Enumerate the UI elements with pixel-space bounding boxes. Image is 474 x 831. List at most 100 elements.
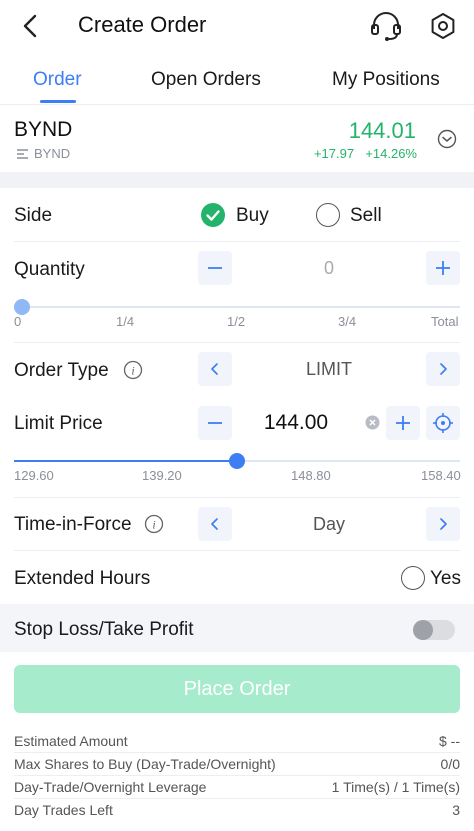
- time-in-force-prev-button[interactable]: [198, 507, 232, 541]
- quantity-slider-track[interactable]: [14, 306, 460, 308]
- summary-value: 1 Time(s) / 1 Time(s): [331, 779, 460, 795]
- price-tick: 139.20: [142, 468, 182, 483]
- checkmark-icon: [206, 210, 220, 221]
- place-order-button[interactable]: Place Order: [14, 665, 460, 713]
- chevron-down-circle-icon: [437, 129, 457, 149]
- info-icon: i: [144, 514, 164, 534]
- divider: [14, 752, 460, 753]
- extended-hours-checkbox[interactable]: [401, 566, 425, 590]
- quantity-tick: 0: [14, 314, 22, 329]
- svg-text:i: i: [152, 518, 155, 532]
- quantity-input[interactable]: 0: [240, 258, 418, 279]
- headset-icon: [371, 12, 401, 41]
- buy-radio[interactable]: [201, 203, 225, 227]
- buy-label[interactable]: Buy: [236, 205, 269, 227]
- summary-key: Max Shares to Buy (Day-Trade/Overnight): [14, 756, 276, 772]
- stop-loss-toggle[interactable]: [413, 620, 455, 640]
- limit-price-increase-button[interactable]: [386, 406, 420, 440]
- sell-radio[interactable]: [316, 203, 340, 227]
- toggle-knob: [413, 620, 433, 640]
- summary-key: Day-Trade/Overnight Leverage: [14, 779, 207, 795]
- quantity-tick: 1/2: [227, 314, 246, 329]
- plus-icon: [436, 261, 450, 275]
- hex-settings-icon: [431, 13, 455, 39]
- quantity-increase-button[interactable]: [426, 251, 460, 285]
- customer-support-button[interactable]: [369, 10, 403, 42]
- summary-row: Estimated Amount $ --: [14, 733, 460, 753]
- tab-my-positions[interactable]: My Positions: [332, 69, 440, 91]
- chevron-left-icon: [211, 363, 218, 375]
- order-type-value: LIMIT: [305, 359, 352, 379]
- price-tick: 158.40: [421, 468, 461, 483]
- tab-order[interactable]: Order: [33, 69, 82, 91]
- sell-label[interactable]: Sell: [350, 205, 382, 227]
- quantity-decrease-button[interactable]: [198, 251, 232, 285]
- minus-icon: [208, 422, 222, 424]
- limit-price-slider-thumb[interactable]: [229, 453, 245, 469]
- clear-icon: [365, 415, 380, 430]
- ticker-symbol: BYND: [14, 118, 73, 141]
- quantity-tick: 3/4: [338, 314, 357, 329]
- divider: [14, 497, 460, 498]
- price-tick: 129.60: [14, 468, 54, 483]
- summary-row: Max Shares to Buy (Day-Trade/Overnight) …: [14, 756, 460, 776]
- divider: [14, 775, 460, 776]
- chevron-left-icon: [211, 518, 218, 530]
- quantity-tick: 1/4: [116, 314, 135, 329]
- order-type-prev-button[interactable]: [198, 352, 232, 386]
- price-tick: 148.80: [291, 468, 331, 483]
- summary-value: 0/0: [440, 756, 460, 772]
- chevron-left-icon: [23, 14, 37, 38]
- summary-value: $ --: [439, 733, 460, 749]
- summary-key: Day Trades Left: [14, 802, 113, 818]
- quantity-label: Quantity: [14, 259, 85, 280]
- active-tab-indicator: [40, 100, 76, 103]
- plus-icon: [396, 416, 410, 430]
- quantity-tick: Total: [431, 314, 459, 329]
- summary-key: Estimated Amount: [14, 733, 128, 749]
- side-label: Side: [14, 205, 53, 226]
- divider: [14, 342, 460, 343]
- time-in-force-value: Day: [312, 514, 345, 534]
- limit-price-input[interactable]: 144.00: [240, 411, 352, 435]
- limit-price-slider-fill: [14, 460, 237, 462]
- ticker-sub-symbol: BYND: [34, 146, 71, 161]
- summary-row: Day Trades Left 3: [14, 802, 460, 822]
- order-type-info-icon[interactable]: i: [123, 360, 143, 380]
- svg-text:i: i: [131, 364, 134, 378]
- time-in-force-next-button[interactable]: [426, 507, 460, 541]
- ticker-sub: BYND: [16, 146, 70, 161]
- settings-button[interactable]: [428, 11, 458, 41]
- summary-row: Day-Trade/Overnight Leverage 1 Time(s) /…: [14, 779, 460, 799]
- limit-price-label: Limit Price: [14, 413, 103, 434]
- section-separator: [0, 172, 474, 188]
- time-in-force-info-icon[interactable]: i: [144, 514, 164, 534]
- extended-hours-label: Extended Hours: [14, 568, 151, 589]
- chevron-right-icon: [440, 363, 447, 375]
- ticker-expand-button[interactable]: [437, 129, 457, 149]
- minus-icon: [208, 267, 222, 269]
- info-icon: i: [123, 360, 143, 380]
- divider: [14, 550, 460, 551]
- back-button[interactable]: [18, 11, 44, 41]
- price-change-amount: +17.97: [313, 146, 355, 161]
- divider: [14, 798, 460, 799]
- quantity-slider-thumb[interactable]: [14, 299, 30, 315]
- limit-price-decrease-button[interactable]: [198, 406, 232, 440]
- price-change-percent: +14.26%: [365, 146, 417, 161]
- order-type-next-button[interactable]: [426, 352, 460, 386]
- divider: [14, 241, 460, 242]
- time-in-force-label: Time-in-Force: [14, 514, 132, 535]
- crosshair-icon: [433, 413, 453, 433]
- market-list-icon: [17, 148, 28, 159]
- page-title: Create Order: [78, 12, 207, 37]
- chevron-right-icon: [440, 518, 447, 530]
- last-price: 144.01: [348, 118, 416, 143]
- tab-open-orders[interactable]: Open Orders: [151, 69, 261, 91]
- stop-loss-label: Stop Loss/Take Profit: [14, 619, 194, 640]
- summary-value: 3: [452, 802, 460, 818]
- clear-price-button[interactable]: [365, 415, 380, 430]
- limit-price-target-button[interactable]: [426, 406, 460, 440]
- extended-hours-option-label[interactable]: Yes: [430, 568, 461, 590]
- header: Create Order: [0, 0, 474, 52]
